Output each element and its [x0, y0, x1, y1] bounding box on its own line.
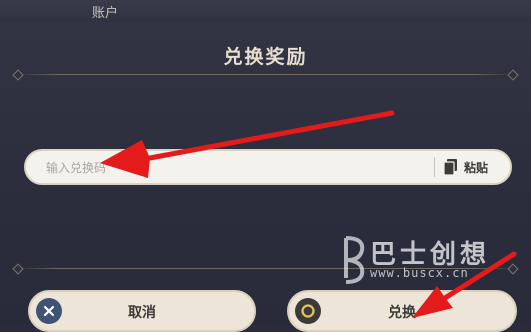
field-separator	[434, 157, 435, 177]
divider-ornament	[12, 263, 24, 275]
paste-button[interactable]: 粘贴	[444, 153, 504, 181]
redeem-code-input[interactable]	[44, 157, 428, 179]
cancel-label: 取消	[128, 305, 156, 321]
watermark: 巴士创想 www.buscx.cn	[340, 232, 525, 292]
redeem-label: 兑换	[388, 305, 416, 321]
cancel-button[interactable]: 取消	[28, 290, 256, 332]
watermark-logo-icon	[344, 236, 365, 284]
redeem-code-field: 粘贴	[24, 149, 512, 185]
tab-account[interactable]: 账户	[92, 2, 118, 21]
watermark-url: www.buscx.cn	[370, 266, 469, 280]
divider-ornament	[12, 69, 24, 81]
paste-label: 粘贴	[464, 160, 489, 175]
clipboard-icon	[444, 159, 458, 175]
top-divider	[12, 69, 519, 81]
divider-ornament	[507, 69, 519, 81]
redeem-button[interactable]: 兑换	[287, 290, 517, 332]
dialog-title: 兑换奖励	[223, 46, 308, 68]
